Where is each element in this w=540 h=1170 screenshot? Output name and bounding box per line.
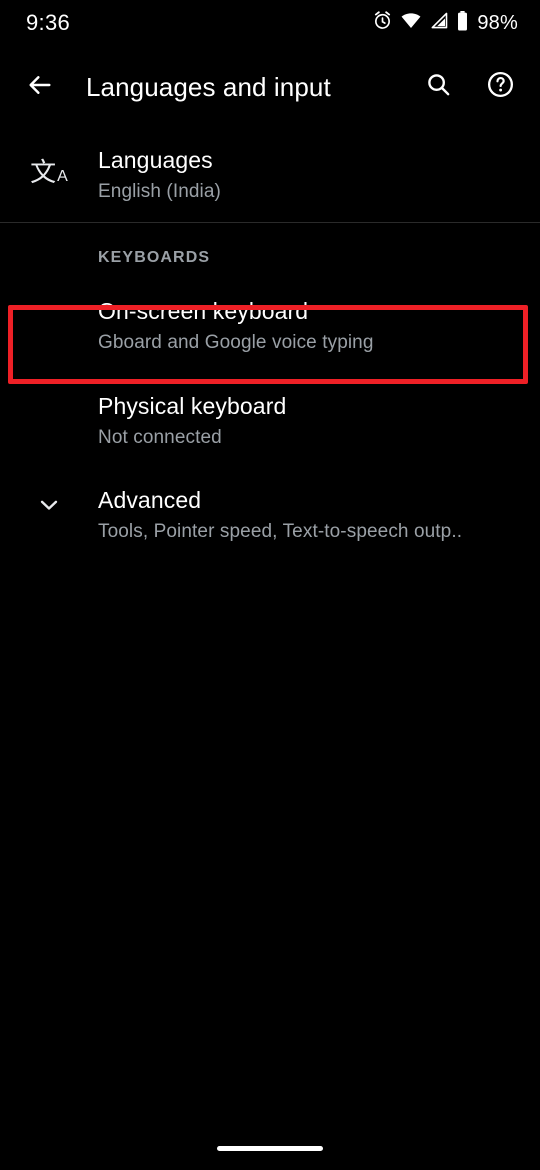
search-button[interactable] <box>412 61 464 113</box>
row-title: Languages <box>98 147 213 173</box>
row-summary: English (India) <box>98 180 221 202</box>
section-header-keyboards: KEYBOARDS <box>98 249 211 267</box>
search-icon <box>425 71 452 103</box>
settings-list: 文 A Languages English (India) KEYBOARDS … <box>0 128 540 563</box>
row-title: On-screen keyboard <box>98 298 309 325</box>
chevron-down-icon <box>36 492 62 523</box>
page-title: Languages and input <box>86 71 331 102</box>
status-bar: 9:36 98% <box>0 0 540 46</box>
row-summary: Tools, Pointer speed, Text-to-speech out… <box>98 521 463 543</box>
battery-percentage-label: 98% <box>477 12 518 34</box>
app-bar-actions <box>412 61 540 113</box>
row-title: Physical keyboard <box>98 392 287 419</box>
gesture-navigation-bar <box>0 1126 540 1170</box>
row-leading-icon-slot <box>0 297 98 303</box>
home-gesture-pill[interactable] <box>217 1145 323 1151</box>
app-bar: Languages and input <box>0 46 540 128</box>
back-button[interactable] <box>12 59 68 115</box>
row-text-block: Languages English (India) <box>98 146 516 204</box>
settings-row-advanced[interactable]: Advanced Tools, Pointer speed, Text-to-s… <box>0 468 540 562</box>
settings-row-physical-keyboard[interactable]: Physical keyboard Not connected <box>0 374 540 468</box>
row-leading-icon-slot <box>0 486 98 523</box>
back-arrow-icon <box>26 71 54 104</box>
help-button[interactable] <box>474 61 526 113</box>
row-leading-icon-slot <box>0 392 98 398</box>
row-summary: Not connected <box>98 426 222 448</box>
cellular-signal-icon <box>429 10 449 36</box>
android-settings-screen: 9:36 98% Languages and input 文 A Languag… <box>0 0 540 1170</box>
translate-icon: 文 A <box>30 152 68 186</box>
row-text-block: On-screen keyboard Gboard and Google voi… <box>98 297 516 355</box>
row-leading-icon-slot: 文 A <box>0 146 98 186</box>
settings-row-on-screen-keyboard[interactable]: On-screen keyboard Gboard and Google voi… <box>0 279 540 373</box>
status-bar-icons: 98% <box>372 10 518 37</box>
alarm-icon <box>372 10 393 36</box>
battery-icon <box>456 10 469 37</box>
wifi-icon <box>400 10 422 36</box>
row-text-block: Advanced Tools, Pointer speed, Text-to-s… <box>98 486 516 544</box>
row-text-block: Physical keyboard Not connected <box>98 392 516 450</box>
row-title: Advanced <box>98 487 202 514</box>
translate-icon-latin-glyph: A <box>57 168 68 185</box>
settings-row-languages[interactable]: 文 A Languages English (India) <box>0 128 540 222</box>
row-summary: Gboard and Google voice typing <box>98 332 374 354</box>
status-bar-clock: 9:36 <box>26 10 71 35</box>
translate-icon-cjk-glyph: 文 <box>30 158 57 188</box>
help-circle-icon <box>486 70 515 104</box>
